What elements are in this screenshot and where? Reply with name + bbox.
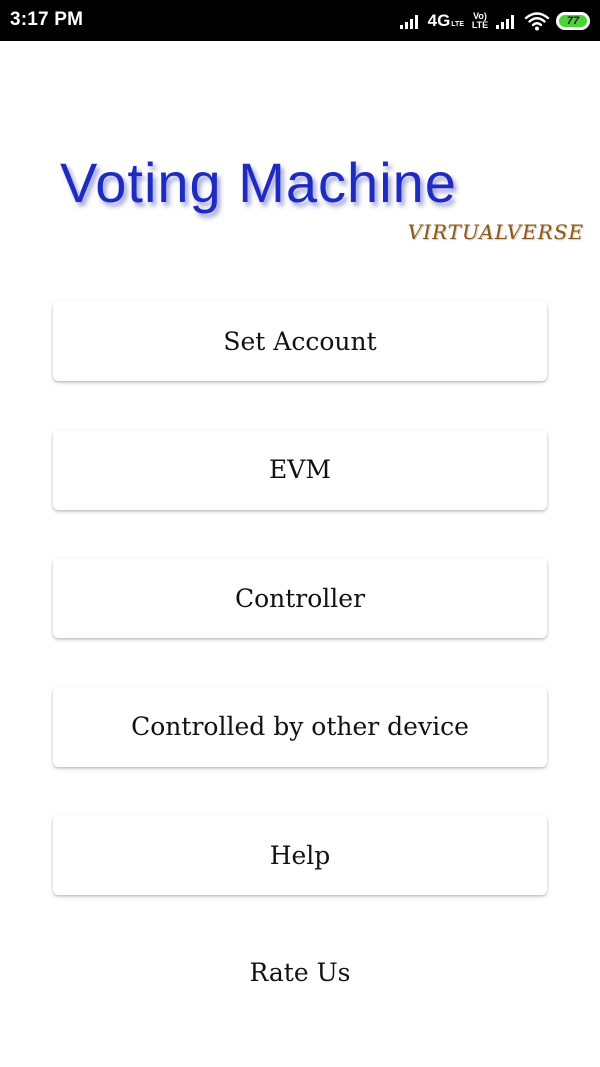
controller-label: Controller bbox=[234, 583, 366, 613]
battery-icon: 77 bbox=[556, 12, 590, 30]
signal-icon bbox=[399, 13, 422, 29]
volte-icon: Vo) LTE bbox=[470, 12, 490, 30]
logo-subtitle: VIRTUALVERSE bbox=[407, 220, 584, 244]
main-menu: Set Account EVM Controller Controlled by… bbox=[53, 301, 547, 944]
rate-us-link[interactable]: Rate Us bbox=[0, 958, 600, 987]
status-icons: 4GLTE Vo) LTE 77 bbox=[399, 6, 590, 36]
app-logo: Voting Machine VIRTUALVERSE bbox=[60, 150, 590, 250]
controlled-by-other-device-label: Controlled by other device bbox=[131, 712, 469, 741]
network-type: 4GLTE bbox=[428, 11, 464, 31]
network-type-label: 4G bbox=[427, 11, 451, 30]
network-type-sub: LTE bbox=[451, 21, 464, 28]
set-account-label: Set Account bbox=[223, 326, 377, 356]
wifi-icon bbox=[524, 11, 550, 31]
status-bar: 3:17 PM 4GLTE Vo) LTE 77 bbox=[0, 0, 600, 41]
help-button[interactable]: Help bbox=[53, 815, 547, 895]
controller-button[interactable]: Controller bbox=[53, 558, 547, 638]
status-time: 3:17 PM bbox=[10, 9, 84, 30]
controlled-by-other-device-button[interactable]: Controlled by other device bbox=[53, 686, 547, 767]
signal-icon bbox=[496, 13, 518, 29]
evm-button[interactable]: EVM bbox=[53, 429, 547, 510]
logo-title: Voting Machine bbox=[60, 151, 457, 214]
help-label: Help bbox=[269, 840, 331, 870]
evm-label: EVM bbox=[269, 455, 331, 484]
battery-level: 77 bbox=[566, 15, 580, 27]
volte-bottom: LTE bbox=[471, 20, 489, 30]
set-account-button[interactable]: Set Account bbox=[53, 301, 547, 381]
